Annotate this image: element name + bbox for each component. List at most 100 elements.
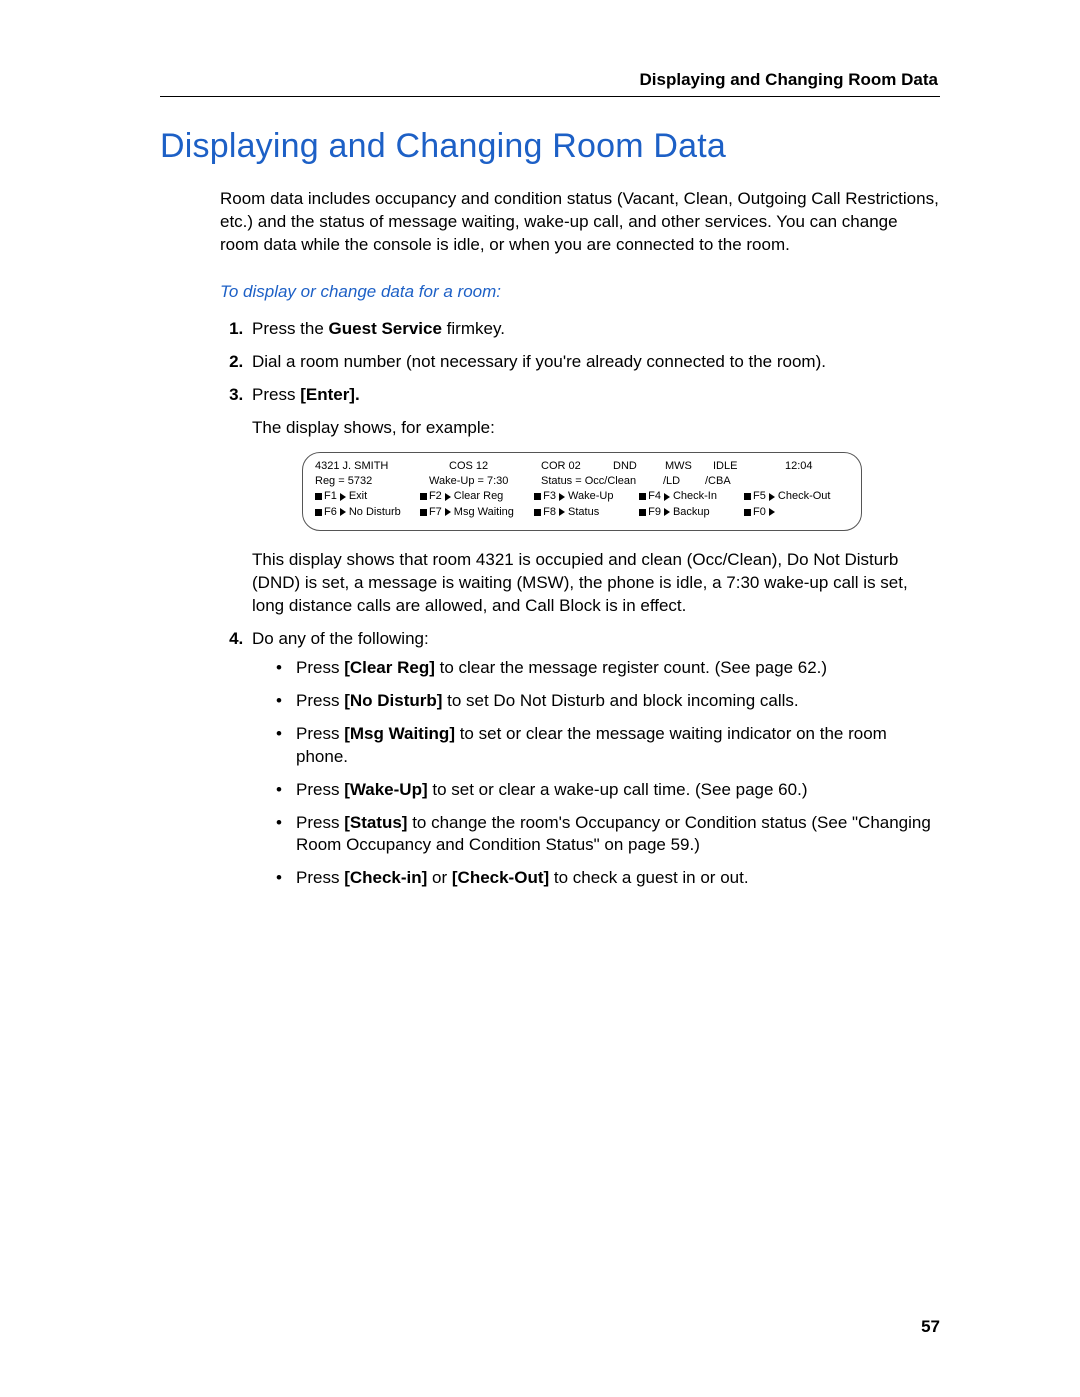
b3a: Press [296,724,344,743]
b5b: [Status] [344,813,407,832]
b6d: [Check-Out] [452,868,549,887]
fkey-key: F6 [324,505,337,520]
fkey-label: Wake-Up [568,489,613,504]
page: Displaying and Changing Room Data Displa… [0,0,1080,1397]
play-icon [769,508,775,516]
fkey-label: Msg Waiting [454,505,514,520]
console-line-1: 4321 J. SMITH COS 12 COR 02 DND MWS IDLE… [315,459,849,474]
fkey-label: Backup [673,505,710,520]
console-cba: /CBA [705,474,743,489]
stop-icon [534,509,541,516]
fkey-label: Check-In [673,489,717,504]
b1a: Press [296,658,344,677]
b1b: [Clear Reg] [344,658,435,677]
b5a: Press [296,813,344,832]
step-3-subtext: The display shows, for example: [252,417,940,440]
fkey-label: Status [568,505,599,520]
fkey-f6: F6 No Disturb [315,505,420,520]
b3b: [Msg Waiting] [344,724,455,743]
b6b: [Check-in] [344,868,427,887]
running-header: Displaying and Changing Room Data [160,70,940,90]
console-fkeys-row2: F6 No Disturb F7 Msg Waiting F8 Status F9 Backu… [315,505,849,520]
console-reg: Reg = 5732 [315,474,429,489]
play-icon [445,508,451,516]
step-4-text: Do any of the following: [252,629,429,648]
play-icon [664,493,670,501]
stop-icon [744,493,751,500]
step-1-firmkey: Guest Service [329,319,442,338]
step-1: Press the Guest Service firmkey. [248,318,940,341]
console-line-2: Reg = 5732 Wake-Up = 7:30 Status = Occ/C… [315,474,849,489]
console-screen: 4321 J. SMITH COS 12 COR 02 DND MWS IDLE… [302,452,862,532]
fkey-f1: F1 Exit [315,489,420,504]
fkey-f0: F0 [744,505,849,520]
console-cos: COS 12 [449,459,541,474]
stop-icon [534,493,541,500]
play-icon [559,508,565,516]
bullet-status: Press [Status] to change the room's Occu… [276,812,940,858]
console-cor: COR 02 [541,459,613,474]
b4b: [Wake-Up] [344,780,427,799]
b6e: to check a guest in or out. [549,868,748,887]
fkey-key: F2 [429,489,442,504]
steps-list: Press the Guest Service firmkey. Dial a … [220,318,940,891]
play-icon [769,493,775,501]
fkey-key: F0 [753,505,766,520]
fkey-f5: F5Check-Out [744,489,849,504]
fkey-key: F7 [429,505,442,520]
fkey-key: F3 [543,489,556,504]
fkey-f8: F8 Status [534,505,639,520]
stop-icon [315,493,322,500]
stop-icon [744,509,751,516]
fkey-f9: F9 Backup [639,505,744,520]
b6c: or [427,868,452,887]
console-ld: /LD [663,474,705,489]
fkey-f7: F7 Msg Waiting [420,505,534,520]
b2b: [No Disturb] [344,691,442,710]
b2c: to set Do Not Disturb and block incoming… [442,691,798,710]
b4a: Press [296,780,344,799]
step-3: Press [Enter]. The display shows, for ex… [248,384,940,618]
step-4-bullets: Press [Clear Reg] to clear the message r… [252,657,940,891]
bullet-wake-up: Press [Wake-Up] to set or clear a wake-u… [276,779,940,802]
fkey-key: F9 [648,505,661,520]
play-icon [340,508,346,516]
bullet-clear-reg: Press [Clear Reg] to clear the message r… [276,657,940,680]
page-number: 57 [921,1317,940,1337]
page-title: Displaying and Changing Room Data [160,127,940,166]
b4c: to set or clear a wake-up call time. (Se… [428,780,808,799]
console-display: 4321 J. SMITH COS 12 COR 02 DND MWS IDLE… [302,452,862,532]
play-icon [664,508,670,516]
bullet-msg-waiting: Press [Msg Waiting] to set or clear the … [276,723,940,769]
console-wake: Wake-Up = 7:30 [429,474,541,489]
procedure-subhead: To display or change data for a room: [220,281,940,304]
step-3-text-a: Press [252,385,300,404]
play-icon [340,493,346,501]
console-dnd: DND [613,459,665,474]
step-1-text-c: firmkey. [442,319,505,338]
b2a: Press [296,691,344,710]
bullet-no-disturb: Press [No Disturb] to set Do Not Disturb… [276,690,940,713]
bullet-check-in-out: Press [Check-in] or [Check-Out] to check… [276,867,940,890]
console-time: 12:04 [785,459,825,474]
b1c: to clear the message register count. (Se… [435,658,827,677]
console-idle: IDLE [713,459,785,474]
fkey-f4: F4Check-In [639,489,744,504]
fkey-key: F8 [543,505,556,520]
fkey-label: No Disturb [349,505,401,520]
fkey-label: Clear Reg [454,489,504,504]
fkey-f3: F3 Wake-Up [534,489,639,504]
intro-paragraph: Room data includes occupancy and conditi… [220,188,940,257]
stop-icon [420,493,427,500]
stop-icon [420,509,427,516]
step-2: Dial a room number (not necessary if you… [248,351,940,374]
console-guest: 4321 J. SMITH [315,459,449,474]
step-4: Do any of the following: Press [Clear Re… [248,628,940,890]
fkey-label: Check-Out [778,489,831,504]
fkey-f2: F2 Clear Reg [420,489,534,504]
fkey-key: F1 [324,489,337,504]
b6a: Press [296,868,344,887]
fkey-label: Exit [349,489,367,504]
body-content: Room data includes occupancy and conditi… [220,188,940,890]
console-fkeys-row1: F1 Exit F2 Clear Reg F3 Wake-Up F4Check-InF5Ch… [315,489,849,504]
